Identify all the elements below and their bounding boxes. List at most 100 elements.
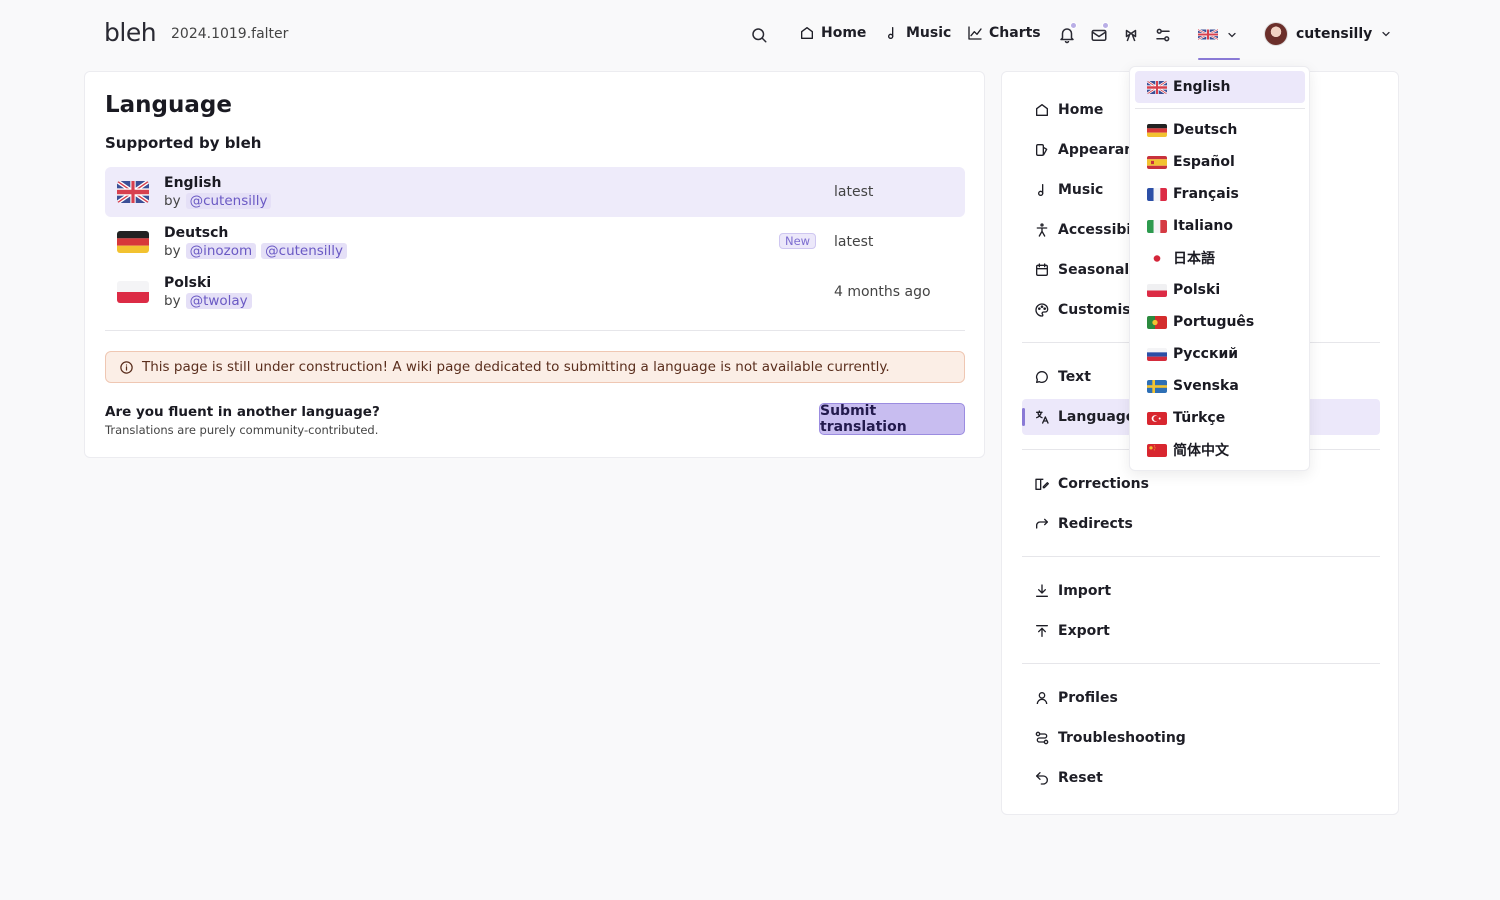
language-option-espanol[interactable]: Español	[1135, 146, 1305, 178]
settings-item-troubleshooting[interactable]: Troubleshooting	[1022, 720, 1380, 756]
version-label: 2024.1019.falter	[171, 26, 289, 42]
new-badge: New	[779, 233, 817, 249]
language-name: Polski	[164, 275, 212, 291]
swedish-flag-icon	[1147, 379, 1167, 393]
route-icon	[1035, 731, 1049, 745]
option-label: Français	[1173, 186, 1239, 202]
language-name: Deutsch	[164, 225, 229, 241]
fluent-question: Are you fluent in another language?	[105, 404, 380, 420]
chart-line-icon	[968, 26, 982, 40]
settings-item-label: Profiles	[1058, 690, 1118, 706]
by-label: by	[164, 193, 181, 209]
language-option-chinese[interactable]: 简体中文	[1135, 434, 1305, 466]
chevron-down-icon	[1228, 32, 1236, 38]
active-underline	[1198, 58, 1240, 60]
settings-item-corrections[interactable]: Corrections	[1022, 466, 1380, 502]
japanese-flag-icon	[1147, 251, 1167, 265]
contributor-tag[interactable]: @twolay	[185, 293, 252, 309]
nav-music[interactable]: Music	[884, 25, 951, 41]
language-option-deutsch[interactable]: Deutsch	[1135, 114, 1305, 146]
contributor-tag[interactable]: @cutensilly	[261, 243, 348, 259]
by-label: by	[164, 293, 181, 309]
language-status: 4 months ago	[834, 284, 931, 300]
fluent-subtext: Translations are purely community-contri…	[105, 423, 379, 437]
contributors: by @inozom @cutensilly	[164, 243, 348, 259]
settings-item-label: Seasonal	[1058, 262, 1130, 278]
submit-translation-button[interactable]: Submit translation	[819, 403, 965, 435]
username: cutensilly	[1296, 26, 1373, 42]
settings-item-reset[interactable]: Reset	[1022, 760, 1380, 796]
top-header: bleh 2024.1019.falter Home Music Charts …	[0, 0, 1500, 70]
language-row-polski[interactable]: Polski by @twolay 4 months ago	[105, 267, 965, 317]
language-option-svenska[interactable]: Svenska	[1135, 370, 1305, 402]
palette-brush-icon	[1036, 144, 1048, 156]
page-title: Language	[105, 92, 232, 118]
settings-item-redirects[interactable]: Redirects	[1022, 506, 1380, 542]
music-note-icon	[888, 27, 894, 39]
upload-icon	[1036, 625, 1048, 637]
settings-item-label: Reset	[1058, 770, 1103, 786]
language-option-portugues[interactable]: Português	[1135, 306, 1305, 338]
uk-flag-icon	[117, 181, 149, 203]
settings-item-label: Redirects	[1058, 516, 1133, 532]
spanish-flag-icon	[1147, 155, 1167, 169]
option-label: Italiano	[1173, 218, 1233, 234]
sliders-icon[interactable]	[1154, 26, 1172, 44]
contributor-tag[interactable]: @inozom	[185, 243, 257, 259]
settings-item-label: Home	[1058, 102, 1104, 118]
mail-dot	[1102, 22, 1109, 29]
option-label: English	[1173, 79, 1231, 95]
calendar-icon	[1036, 263, 1048, 276]
language-option-italiano[interactable]: Italiano	[1135, 210, 1305, 242]
contributor-tag[interactable]: @cutensilly	[185, 193, 272, 209]
accessibility-icon	[1036, 223, 1048, 237]
nav-charts[interactable]: Charts	[967, 25, 1041, 41]
translate-icon	[1036, 410, 1049, 424]
language-name: English	[164, 175, 222, 191]
settings-item-label: Troubleshooting	[1058, 730, 1186, 746]
settings-item-export[interactable]: Export	[1022, 613, 1380, 649]
language-switcher-button[interactable]	[1198, 24, 1242, 60]
divider	[1022, 556, 1380, 557]
divider	[1022, 663, 1380, 664]
option-label: Русский	[1173, 346, 1239, 362]
book-edit-icon	[1035, 478, 1049, 490]
language-option-japanese[interactable]: 日本語	[1135, 242, 1305, 274]
language-option-english[interactable]: English	[1135, 71, 1305, 103]
french-flag-icon	[1147, 187, 1167, 201]
polish-flag-icon	[117, 281, 149, 303]
portuguese-flag-icon	[1147, 315, 1167, 329]
settings-item-profiles[interactable]: Profiles	[1022, 680, 1380, 716]
divider	[105, 330, 965, 331]
option-label: Svenska	[1173, 378, 1239, 394]
nav-home-label: Home	[821, 25, 867, 41]
search-icon[interactable]	[750, 26, 768, 44]
language-option-francais[interactable]: Français	[1135, 178, 1305, 210]
music-note-icon	[1038, 184, 1044, 196]
turkish-flag-icon	[1147, 411, 1167, 425]
app-logo[interactable]: bleh	[104, 18, 157, 47]
settings-item-label: Customise	[1058, 302, 1141, 318]
settings-item-import[interactable]: Import	[1022, 573, 1380, 609]
notice-text: This page is still under construction! A…	[142, 359, 890, 375]
notification-dot	[1070, 22, 1077, 29]
user-icon	[1036, 692, 1048, 705]
option-label: Português	[1173, 314, 1255, 330]
settings-item-label: Import	[1058, 583, 1112, 599]
language-option-polski[interactable]: Polski	[1135, 274, 1305, 306]
nav-charts-label: Charts	[989, 25, 1041, 41]
section-title: Supported by bleh	[105, 134, 262, 152]
language-row-deutsch[interactable]: Deutsch by @inozom @cutensilly New lates…	[105, 217, 965, 267]
download-icon	[1036, 584, 1048, 597]
user-menu-button[interactable]: cutensilly	[1264, 22, 1392, 46]
info-icon	[120, 360, 133, 374]
language-row-english[interactable]: English by @cutensilly latest	[105, 167, 965, 217]
language-option-turkce[interactable]: Türkçe	[1135, 402, 1305, 434]
language-option-russian[interactable]: Русский	[1135, 338, 1305, 370]
option-label: 简体中文	[1173, 443, 1229, 459]
option-label: Polski	[1173, 282, 1221, 298]
ribbon-icon[interactable]	[1122, 26, 1140, 44]
chinese-flag-icon	[1147, 443, 1167, 457]
nav-home[interactable]: Home	[799, 25, 866, 41]
redirect-arrow-icon	[1036, 518, 1048, 529]
